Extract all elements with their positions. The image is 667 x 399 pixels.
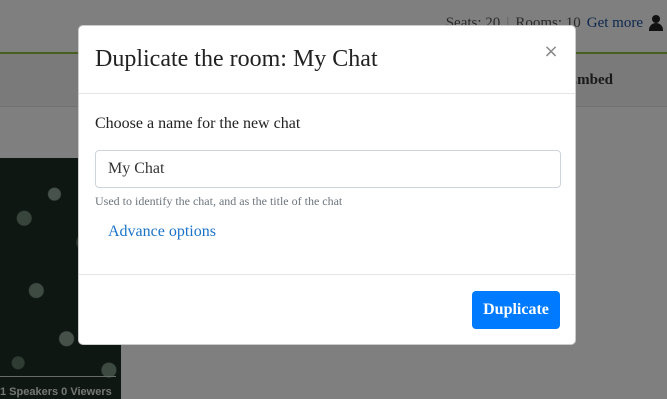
chat-name-label: Choose a name for the new chat xyxy=(95,115,301,132)
advance-options-link[interactable]: Advance options xyxy=(108,223,216,241)
modal-header: Duplicate the room: My Chat × xyxy=(79,26,575,94)
duplicate-button[interactable]: Duplicate xyxy=(472,291,560,329)
modal-title: Duplicate the room: My Chat xyxy=(95,46,378,72)
duplicate-room-dialog: Duplicate the room: My Chat × Choose a n… xyxy=(78,25,576,345)
chat-name-help-text: Used to identify the chat, and as the ti… xyxy=(95,194,343,208)
modal-footer: Duplicate xyxy=(79,274,575,346)
close-icon[interactable]: × xyxy=(542,43,560,61)
chat-name-input[interactable] xyxy=(95,150,561,188)
